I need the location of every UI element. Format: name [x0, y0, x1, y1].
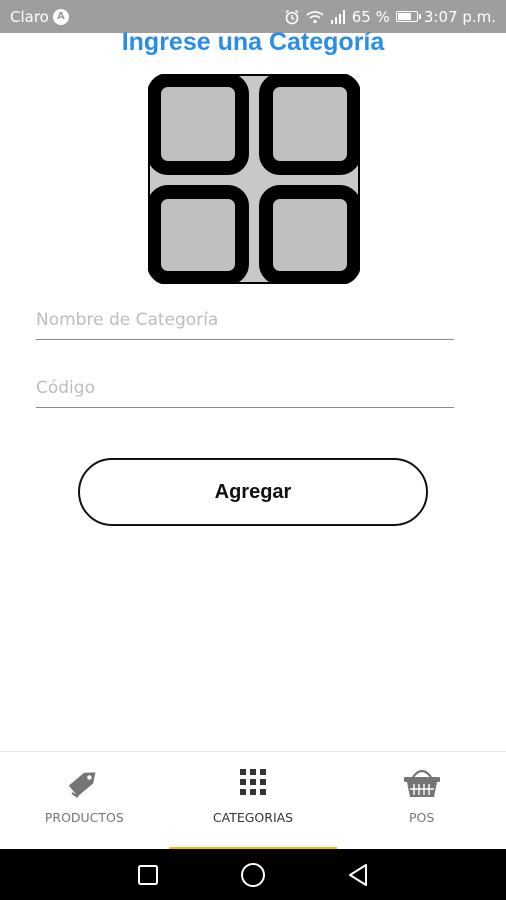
alarm-icon — [284, 9, 300, 25]
category-code-input[interactable] — [36, 368, 454, 408]
circle-icon — [240, 862, 265, 887]
basket-icon — [403, 762, 441, 802]
nav-label-productos: PRODUCTOS — [44, 810, 124, 825]
triangle-back-icon — [348, 863, 367, 886]
grid-icon — [239, 762, 267, 802]
add-button[interactable]: Agregar — [78, 458, 428, 526]
home-button[interactable] — [238, 860, 268, 890]
page-title: Ingrese una Categoría — [121, 28, 385, 56]
bottom-nav: PRODUCTOS CATEGORIAS POS — [0, 751, 506, 850]
nav-label-pos: POS — [409, 810, 435, 825]
grid-icon — [147, 73, 361, 285]
battery-icon — [395, 11, 421, 22]
status-right: 65 % 3:07 p.m. — [284, 8, 496, 26]
square-icon — [138, 864, 159, 885]
category-name-input[interactable] — [36, 300, 454, 340]
back-button[interactable] — [343, 860, 373, 890]
nav-item-productos[interactable]: PRODUCTOS — [0, 752, 169, 850]
system-nav-bar — [0, 849, 506, 900]
carrier-name: Claro — [10, 7, 49, 26]
tag-icon — [64, 762, 104, 802]
nav-item-categorias[interactable]: CATEGORIAS — [168, 752, 338, 850]
nav-label-categorias: CATEGORIAS — [212, 810, 294, 825]
status-left: Claro A — [10, 8, 69, 26]
carrier-badge-icon: A — [52, 8, 69, 25]
wifi-icon — [306, 10, 324, 24]
category-image[interactable] — [147, 73, 361, 285]
recents-button[interactable] — [133, 860, 163, 890]
signal-icon — [330, 9, 346, 24]
clock: 3:07 p.m. — [423, 7, 496, 26]
nav-item-pos[interactable]: POS — [337, 752, 506, 850]
battery-percent: 65 % — [351, 7, 390, 26]
